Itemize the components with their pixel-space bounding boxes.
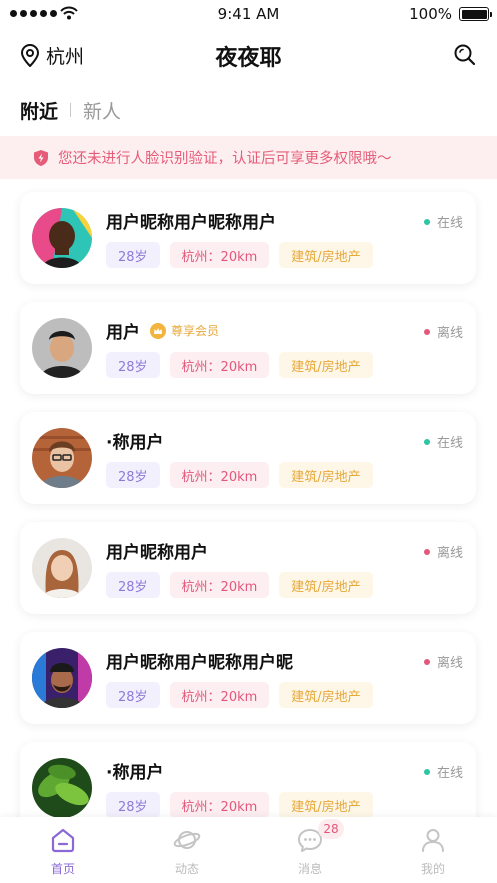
user-card[interactable]: 用户昵称用户昵称用户昵 离线 28岁 杭州：20km 建筑/房地产 bbox=[20, 632, 476, 724]
distance-tag: 杭州：20km bbox=[169, 462, 270, 488]
status-label: 在线 bbox=[436, 216, 463, 231]
list-tabs: 附近 新人 bbox=[20, 96, 121, 124]
face-verification-notice[interactable]: 您还未进行人脸识别验证，认证后可享更多权限哦～ bbox=[0, 136, 497, 179]
status-bar: 9:41 AM 100% bbox=[0, 0, 497, 30]
online-status: 离线 bbox=[423, 542, 463, 561]
distance-tag: 杭州：20km bbox=[169, 352, 270, 378]
status-dot bbox=[423, 768, 430, 775]
avatar bbox=[32, 208, 92, 268]
shield-icon bbox=[34, 149, 48, 166]
status-dot bbox=[423, 218, 430, 225]
tab-profile[interactable]: 我的 bbox=[393, 825, 473, 877]
status-dot bbox=[423, 548, 430, 555]
industry-tag: 建筑/房地产 bbox=[279, 242, 373, 268]
status-label: 离线 bbox=[436, 656, 463, 671]
online-status: 离线 bbox=[423, 652, 463, 671]
planet-icon bbox=[173, 831, 201, 849]
industry-tag: 建筑/房地产 bbox=[279, 682, 373, 708]
user-card[interactable]: 用户 尊享会员 离线 28岁 杭州：20km 建筑/房地产 bbox=[20, 302, 476, 394]
user-card[interactable]: 用户昵称用户 离线 28岁 杭州：20km 建筑/房地产 bbox=[20, 522, 476, 614]
tab-moments[interactable]: 动态 bbox=[147, 825, 227, 877]
status-label: 在线 bbox=[436, 436, 463, 451]
distance-tag: 杭州：20km bbox=[169, 792, 270, 818]
status-label: 离线 bbox=[436, 546, 463, 561]
age-tag: 28岁 bbox=[106, 682, 160, 708]
user-name: 用户昵称用户昵称用户 bbox=[106, 213, 276, 233]
avatar bbox=[32, 648, 92, 708]
status-dot bbox=[423, 438, 430, 445]
tab-label: 首页 bbox=[50, 862, 75, 876]
status-label: 离线 bbox=[436, 326, 463, 341]
unread-badge: 28 bbox=[318, 819, 344, 839]
online-status: 在线 bbox=[423, 762, 463, 781]
distance-tag: 杭州：20km bbox=[169, 242, 270, 268]
avatar bbox=[32, 758, 92, 818]
user-name: 用户昵称用户昵称用户昵 bbox=[106, 653, 293, 673]
nav-bar: 杭州 夜夜耶 bbox=[0, 36, 497, 76]
tab-messages[interactable]: 28 消息 bbox=[270, 819, 350, 877]
age-tag: 28岁 bbox=[106, 242, 160, 268]
tab-label: 消息 bbox=[297, 862, 322, 876]
tab-home[interactable]: 首页 bbox=[23, 825, 103, 877]
notice-text: 您还未进行人脸识别验证，认证后可享更多权限哦～ bbox=[58, 151, 392, 167]
profile-icon bbox=[422, 829, 444, 852]
tab-new-users[interactable]: 新人 bbox=[83, 97, 121, 124]
tab-label: 我的 bbox=[420, 862, 445, 876]
age-tag: 28岁 bbox=[106, 352, 160, 378]
crown-icon bbox=[150, 322, 166, 339]
industry-tag: 建筑/房地产 bbox=[279, 462, 373, 488]
avatar bbox=[32, 318, 92, 378]
search-icon[interactable] bbox=[453, 43, 477, 67]
avatar bbox=[32, 428, 92, 488]
vip-label: 尊享会员 bbox=[171, 324, 220, 338]
user-card[interactable]: 用户昵称用户昵称用户 在线 28岁 杭州：20km 建筑/房地产 bbox=[20, 192, 476, 284]
user-name: 用户昵称用户 bbox=[106, 543, 208, 563]
age-tag: 28岁 bbox=[106, 462, 160, 488]
vip-badge: 尊享会员 bbox=[150, 322, 219, 339]
tab-label: 动态 bbox=[174, 862, 199, 876]
page-title: 夜夜耶 bbox=[215, 46, 282, 71]
industry-tag: 建筑/房地产 bbox=[279, 352, 373, 378]
age-tag: 28岁 bbox=[106, 572, 160, 598]
distance-tag: 杭州：20km bbox=[169, 682, 270, 708]
user-name: 用户 bbox=[106, 323, 140, 343]
age-tag: 28岁 bbox=[106, 792, 160, 818]
bottom-tab-bar: 首页 动态 28 消息 我的 bbox=[0, 817, 497, 883]
online-status: 在线 bbox=[423, 432, 463, 451]
user-name: ·称用户 bbox=[106, 433, 164, 453]
status-label: 在线 bbox=[436, 766, 463, 781]
tab-nearby[interactable]: 附近 bbox=[20, 97, 58, 124]
battery-percentage: 100% bbox=[409, 5, 452, 23]
distance-tag: 杭州：20km bbox=[169, 572, 270, 598]
status-dot bbox=[423, 658, 430, 665]
user-name: ·称用户 bbox=[106, 763, 164, 783]
status-dot bbox=[423, 328, 430, 335]
industry-tag: 建筑/房地产 bbox=[279, 792, 373, 818]
user-card[interactable]: ·称用户 在线 28岁 杭州：20km 建筑/房地产 bbox=[20, 412, 476, 504]
tab-divider bbox=[70, 103, 72, 117]
online-status: 在线 bbox=[423, 212, 463, 231]
battery-icon bbox=[459, 7, 492, 21]
online-status: 离线 bbox=[423, 322, 463, 341]
industry-tag: 建筑/房地产 bbox=[279, 572, 373, 598]
avatar bbox=[32, 538, 92, 598]
home-icon bbox=[51, 828, 75, 853]
